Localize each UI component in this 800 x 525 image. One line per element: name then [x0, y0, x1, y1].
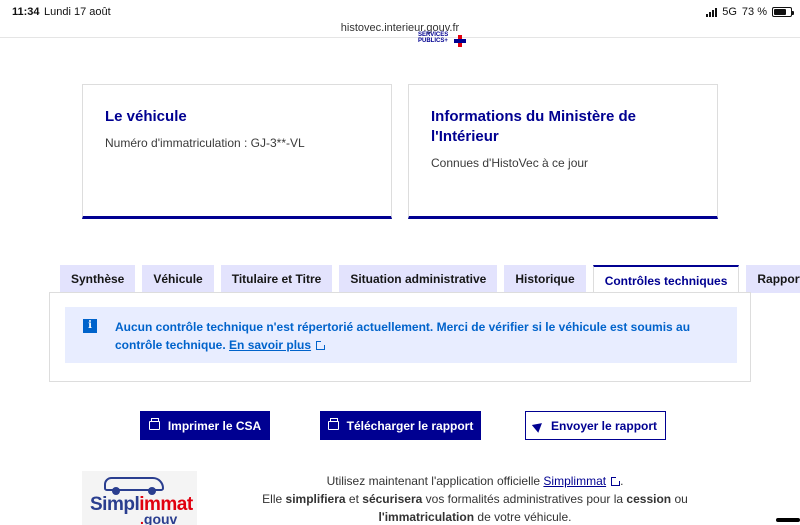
tab-titulaire-titre[interactable]: Titulaire et Titre	[220, 265, 333, 293]
tab-historique[interactable]: Historique	[504, 265, 586, 293]
external-link-icon	[611, 475, 623, 486]
home-indicator	[776, 518, 800, 522]
printer-icon	[148, 418, 160, 430]
print-csa-button[interactable]: Imprimer le CSA	[140, 411, 270, 440]
tab-synthese[interactable]: Synthèse	[60, 265, 136, 293]
header-divider	[0, 37, 800, 38]
tab-vehicule[interactable]: Véhicule	[142, 265, 214, 293]
info-icon: i	[83, 319, 97, 333]
download-report-button[interactable]: Télécharger le rapport	[320, 411, 481, 440]
battery-icon	[772, 7, 794, 17]
simplimmat-logo[interactable]: Simplimmat .gouv	[82, 471, 197, 525]
send-report-button[interactable]: Envoyer le rapport	[525, 411, 666, 440]
services-publics-logo[interactable]: SERVICES PUBLICS+	[418, 32, 448, 44]
ministry-info-card: Informations du Ministère de l'Intérieur…	[408, 84, 718, 219]
status-bar: 11:34 Lundi 17 août 5G 73 %	[0, 0, 800, 22]
car-icon	[104, 477, 164, 495]
ministry-card-title: Informations du Ministère de l'Intérieur	[431, 108, 637, 145]
address-bar-url[interactable]: histovec.interieur.gouv.fr	[0, 22, 800, 34]
simplimmat-link[interactable]: Simplimmat	[543, 474, 606, 488]
tab-rapport[interactable]: Rapport	[746, 265, 800, 293]
status-time: 11:34	[12, 6, 40, 18]
printer-icon	[327, 418, 339, 430]
simplimmat-promo: Utilisez maintenant l'application offici…	[262, 474, 688, 524]
ministry-card-text: Connues d'HistoVec à ce jour	[431, 156, 589, 170]
network-label: 5G	[722, 6, 737, 18]
alert-message: Aucun contrôle technique n'est répertori…	[115, 320, 691, 352]
learn-more-link[interactable]: En savoir plus	[229, 338, 311, 352]
send-icon	[531, 418, 546, 433]
status-date: Lundi 17 août	[44, 6, 111, 18]
signal-icon	[706, 7, 718, 17]
status-right: 5G 73 %	[706, 6, 794, 18]
report-tabs: Synthèse Véhicule Titulaire et Titre Sit…	[60, 265, 800, 293]
vehicle-card: Le véhicule Numéro d'immatriculation : G…	[82, 84, 392, 219]
tab-controles-techniques[interactable]: Contrôles techniques	[592, 265, 740, 293]
tab-situation-administrative[interactable]: Situation administrative	[339, 265, 498, 293]
external-link-icon	[316, 339, 328, 350]
plus-logo-icon	[454, 35, 466, 47]
battery-label: 73 %	[741, 6, 767, 18]
vehicle-plate-text: Numéro d'immatriculation : GJ-3**-VL	[105, 136, 305, 150]
info-alert: i Aucun contrôle technique n'est réperto…	[65, 307, 737, 363]
vehicle-card-title: Le véhicule	[105, 108, 187, 125]
